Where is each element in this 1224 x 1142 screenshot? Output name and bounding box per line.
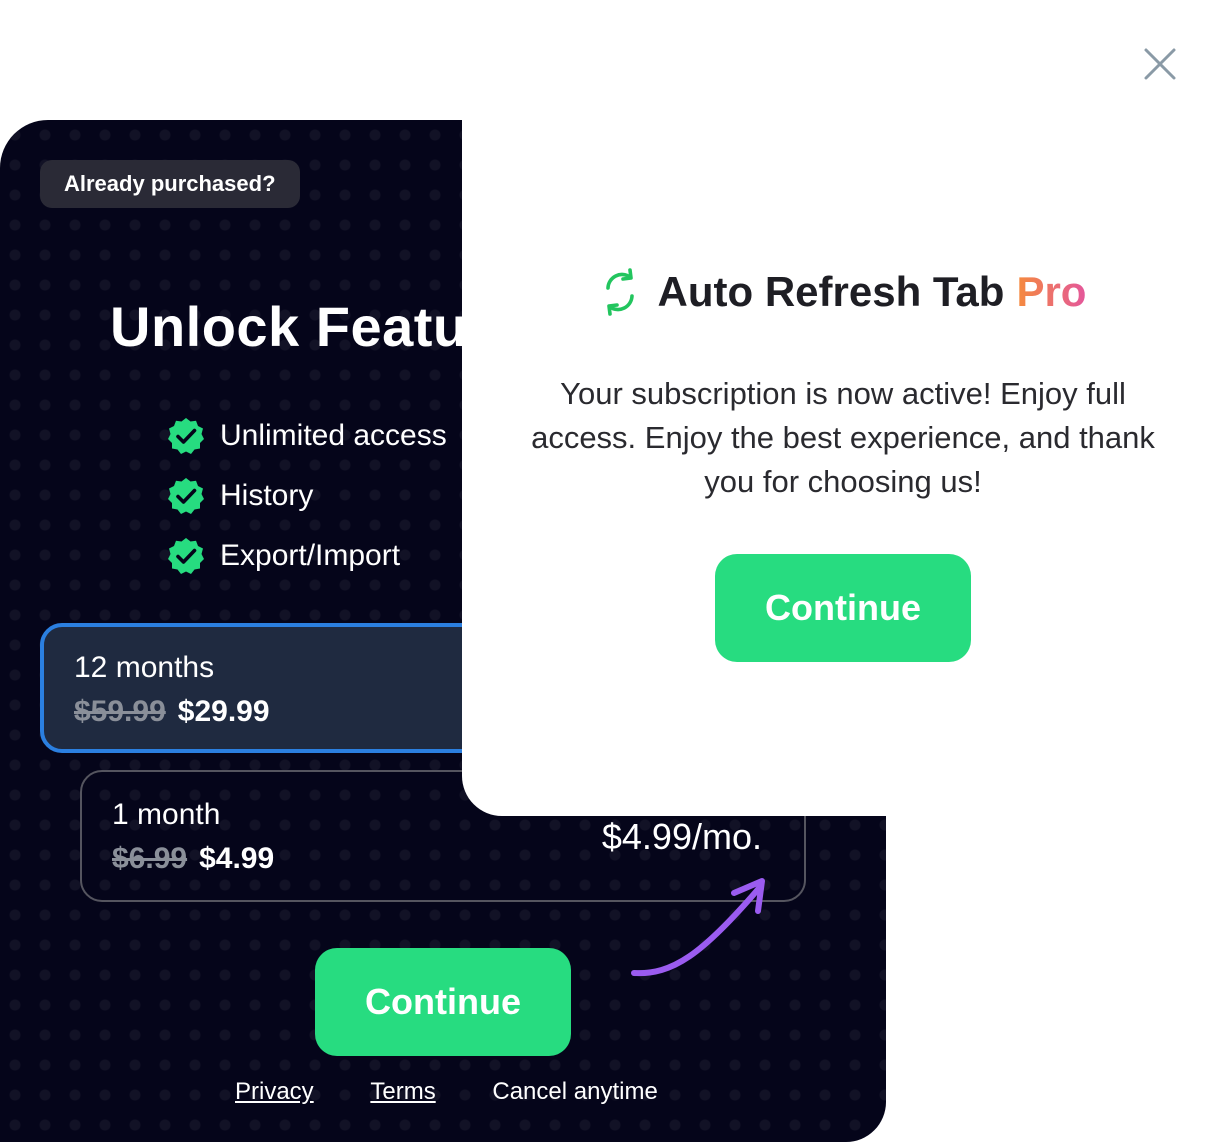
modal-continue-button[interactable]: Continue [715, 554, 971, 662]
arrow-icon [631, 878, 765, 977]
old-price: $6.99 [112, 842, 188, 875]
old-price: $59.99 [74, 695, 166, 728]
success-message: Your subscription is now active! Enjoy f… [531, 376, 1155, 499]
close-button[interactable] [1138, 42, 1182, 86]
brand-pro-badge: Pro [1016, 268, 1087, 315]
feature-list: Unlimited access History Export/Import [166, 406, 447, 586]
already-purchased-button[interactable]: Already purchased? [40, 160, 300, 208]
close-icon [1144, 48, 1176, 80]
feature-label: Unlimited access [220, 419, 447, 452]
price: $29.99 [177, 695, 270, 728]
feature-item: Export/Import [166, 526, 447, 586]
paywall-title: Unlock Featu [110, 295, 468, 358]
feature-item: History [166, 466, 447, 526]
privacy-link[interactable]: Privacy [235, 1078, 314, 1106]
feature-label: History [220, 479, 314, 512]
terms-link[interactable]: Terms [370, 1078, 435, 1106]
check-badge-icon [168, 418, 204, 454]
per-month-price: $4.99/mo. [601, 816, 762, 857]
check-badge-icon [168, 538, 204, 574]
continue-button[interactable]: Continue [315, 948, 571, 1056]
plan-name: 1 month [112, 798, 221, 831]
success-modal: Auto Refresh Tab Pro Your subscription i… [462, 120, 1224, 816]
footer-links: Privacy Terms Cancel anytime [235, 1078, 658, 1106]
feature-label: Export/Import [220, 539, 401, 572]
price: $4.99 [199, 842, 275, 875]
brand-header: Auto Refresh Tab Pro [462, 268, 1224, 316]
feature-item: Unlimited access [166, 406, 447, 466]
cancel-anytime-text: Cancel anytime [492, 1078, 658, 1105]
brand-name: Auto Refresh Tab [657, 268, 1005, 315]
check-badge-icon [168, 478, 204, 514]
refresh-icon [605, 268, 634, 316]
plan-prices: $59.99 $29.99 [74, 695, 270, 729]
plan-prices: $6.99 $4.99 [112, 842, 274, 876]
plan-name: 12 months [74, 651, 215, 684]
